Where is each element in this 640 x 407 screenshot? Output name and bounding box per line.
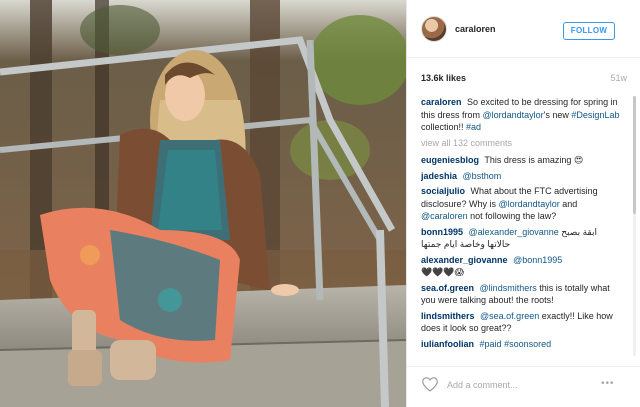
post-side-panel: caraloren FOLLOW 13.6k likes 51w caralor… [406,0,640,407]
comment-username[interactable]: iulianfoolian [421,339,474,349]
comment-username[interactable]: eugeniesblog [421,155,479,165]
comment-mention[interactable]: @sea.of.green [480,311,539,321]
comment-mention[interactable]: @alexander_giovanne [469,227,559,237]
comment-text: 🖤🖤🖤😱 [421,267,465,277]
comment-mention[interactable]: @lindsmithers [480,283,537,293]
comment-mention[interactable]: @caraloren [421,211,468,221]
comment-username[interactable]: sea.of.green [421,283,474,293]
comment-hashtag-soonsored[interactable]: #soonsored [504,339,551,349]
comment-username[interactable]: lindsmithers [421,311,475,321]
likes-count[interactable]: 13.6k likes [421,73,466,83]
scrollbar-thumb[interactable] [633,96,636,214]
comment-item: lindsmithers @sea.of.green exactly!! Lik… [421,310,621,335]
caption: caraloren So excited to be dressing for … [421,96,621,134]
comment-mention[interactable]: @bsthom [463,171,502,181]
comment-item: eugeniesblog This dress is amazing 😍 [421,154,621,167]
comment-item: jadeshia @bsthom [421,170,621,183]
comment-item: alexander_giovanne @bonn1995 🖤🖤🖤😱 [421,254,621,279]
comment-item: sea.of.green @lindsmithers this is total… [421,282,621,307]
comment-username[interactable]: jadeshia [421,171,457,181]
post-stats: 13.6k likes 51w [421,73,627,85]
comments-list: caraloren So excited to be dressing for … [421,96,621,353]
post-header: caraloren FOLLOW [407,0,640,58]
add-comment-input[interactable] [447,379,587,391]
comment-mention[interactable]: @bonn1995 [513,255,562,265]
post-username[interactable]: caraloren [455,24,496,34]
post-photo[interactable] [0,0,406,407]
comment-footer: ••• [407,366,640,407]
caption-hashtag-designlab[interactable]: #DesignLab [571,110,619,120]
comment-text: This dress is amazing 😍 [484,155,584,165]
post-photo-illustration [0,0,406,407]
caption-text-3: collection!! [421,122,467,132]
comment-item: socialjulio What about the FTC advertisi… [421,185,621,223]
heart-icon[interactable] [421,376,439,392]
comment-hashtag-paid[interactable]: #paid [480,339,502,349]
caption-mention[interactable]: @lordandtaylor [483,110,544,120]
comment-mention[interactable]: @lordandtaylor [499,199,560,209]
caption-hashtag-ad[interactable]: #ad [466,122,481,132]
comment-text: not following the law? [467,211,557,221]
comment-username[interactable]: socialjulio [421,186,465,196]
comments-scrollbar[interactable] [633,96,636,356]
view-all-comments-link[interactable]: view all 132 comments [421,137,621,150]
more-icon[interactable]: ••• [601,379,615,389]
avatar[interactable] [421,16,447,42]
follow-button[interactable]: FOLLOW [563,22,615,40]
caption-username[interactable]: caraloren [421,97,462,107]
post-time[interactable]: 51w [610,73,627,83]
comment-item: iulianfoolian #paid #soonsored [421,338,621,351]
comment-username[interactable]: bonn1995 [421,227,463,237]
caption-text-2: 's new [543,109,572,120]
comment-username[interactable]: alexander_giovanne [421,255,508,265]
comment-item: bonn1995 @alexander_giovanne ابقة بصبح ح… [421,226,621,251]
comment-text: and [559,198,578,209]
